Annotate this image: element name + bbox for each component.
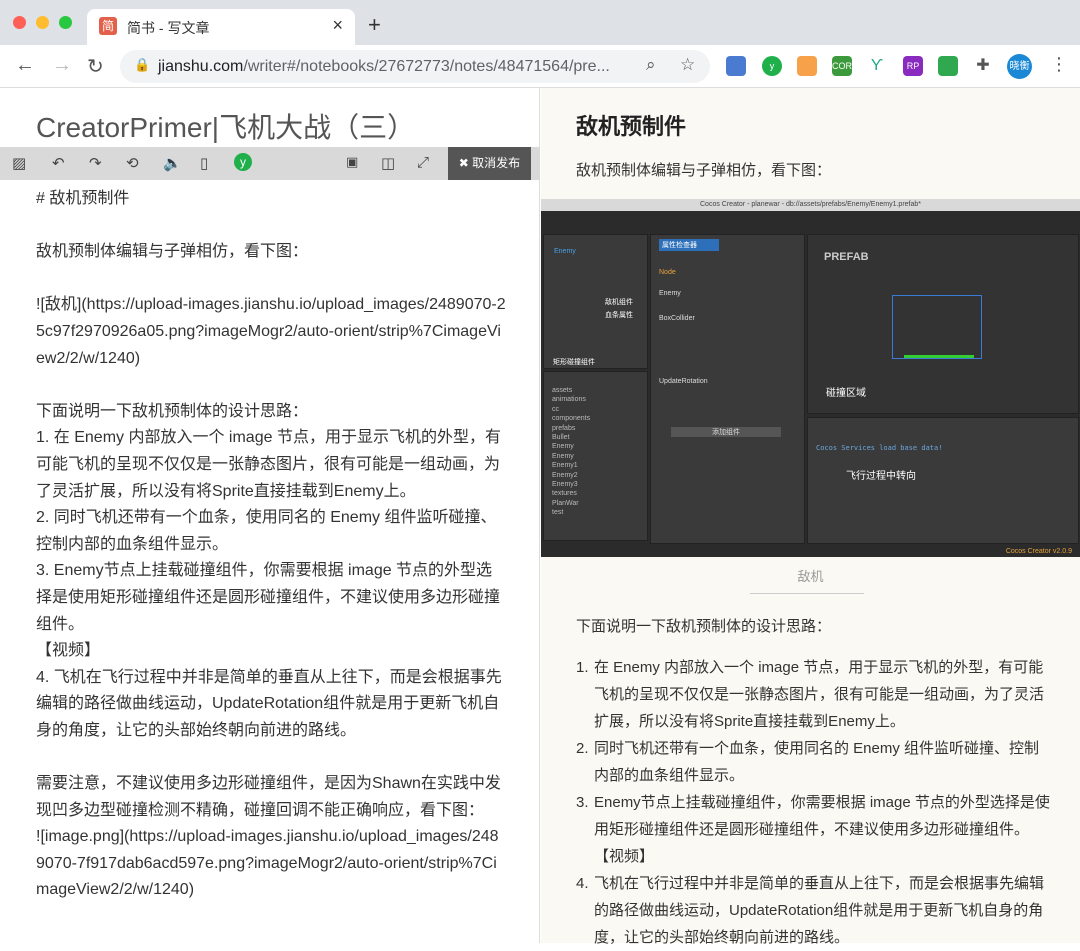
design-list: 1. 在 Enemy 内部放入一个 image 节点，用于显示飞机的外型，有可能飞… [576, 654, 1051, 951]
asset-tree-item: Enemy3 [552, 481, 578, 489]
browser-tab[interactable]: 简 简书 - 写文章 × [87, 9, 355, 45]
asset-tree-item: Enemy1 [552, 462, 578, 470]
asset-tree-item: Enemy2 [552, 471, 578, 479]
editor-line: 4. 飞机在飞行过程中并非是简单的垂直从上往下，而是会根据事先编辑的路径做曲线运… [36, 668, 502, 739]
editor-line: 下面说明一下敌机预制体的设计思路： [36, 402, 309, 420]
editor-line: 需要注意，不建议使用多边形碰撞组件，是因为Shawn在实践中发现凹多边型碰撞检测… [36, 775, 501, 819]
image-icon[interactable]: ▨ [12, 154, 26, 172]
new-tab-button[interactable]: + [368, 12, 381, 38]
asset-tree-item: Bullet [552, 434, 570, 442]
nav-bar: ← → ↻ 🔒 jianshu.com/writer#/notebooks/27… [0, 45, 1080, 88]
asset-tree-item: prefabs [552, 424, 576, 432]
asset-tree-item: components [552, 415, 591, 423]
tab-title: 简书 - 写文章 [127, 20, 210, 36]
undo-icon[interactable]: ↶ [52, 154, 65, 172]
save-icon[interactable]: ▣ [346, 154, 358, 170]
preview-paragraph: 下面说明一下敌机预制体的设计思路： [576, 618, 832, 635]
markdown-editor: CreatorPrimer|飞机大战（三） ▨ ↶ ↷ ⟲ 🔈 ▯ y ▣ ◫ … [0, 88, 540, 943]
preview-heading: 敌机预制件 [576, 114, 687, 139]
menu-icon[interactable]: ⋮ [1050, 54, 1068, 75]
bird-extension-icon[interactable]: Ƴ [867, 56, 887, 76]
editor-line: 敌机预制体编辑与子弹相仿，看下图： [36, 243, 309, 261]
jianshu-favicon-icon: 简 [99, 17, 117, 35]
list-number: 1. [576, 659, 589, 676]
reload-icon[interactable]: ↻ [87, 54, 104, 79]
asset-tree-item: textures [552, 490, 577, 498]
editor-toolbar: ▨ ↶ ↷ ⟲ 🔈 ▯ y ▣ ◫ ⤢ ✖ 取消发布 [0, 147, 540, 180]
preview-paragraph: 敌机预制体编辑与子弹相仿，看下图： [576, 162, 832, 179]
article-title-input[interactable]: CreatorPrimer|飞机大战（三） [36, 106, 415, 146]
maximize-window-button[interactable] [59, 16, 72, 29]
asset-tree-item: PlanWar [552, 499, 579, 507]
unpublish-button[interactable]: ✖ 取消发布 [448, 147, 531, 180]
editor-line: 1. 在 Enemy 内部放入一个 image 节点，用于显示飞机的外型，有可能… [36, 429, 501, 500]
list-text: 同时飞机还带有一个血条，使用同名的 Enemy 组件监听碰撞、控制内部的血条组件… [594, 740, 1040, 784]
zoom-icon[interactable]: ⌕ [646, 55, 656, 75]
list-item: 【视频】 [576, 843, 1051, 870]
extension-icon[interactable] [797, 56, 817, 76]
redo-icon[interactable]: ↷ [89, 154, 102, 172]
list-item: 1. 在 Enemy 内部放入一个 image 节点，用于显示飞机的外型，有可能飞… [576, 654, 1051, 735]
inspector-panel: 属性检查器 Node Enemy BoxCollider UpdateRotat… [650, 234, 805, 544]
editor-line: # 敌机预制件 [36, 190, 130, 207]
split-view-icon[interactable]: ◫ [381, 154, 395, 172]
editor-line: 【视频】 [36, 642, 101, 660]
extension-icon[interactable] [726, 56, 746, 76]
profile-avatar[interactable]: 晓衡 [1007, 54, 1032, 79]
asset-tree-item: Enemy [552, 443, 574, 451]
tab-bar: 简 简书 - 写文章 × + [0, 0, 1080, 45]
asset-tree-item: Enemy [552, 452, 574, 460]
yuque-icon[interactable]: y [234, 153, 252, 171]
close-window-button[interactable] [13, 16, 26, 29]
list-number: 3. [576, 794, 589, 811]
cors-extension-icon[interactable]: CORS [832, 56, 858, 76]
extensions-puzzle-icon[interactable]: ✚ [973, 56, 993, 76]
url-path: /writer#/notebooks/27672773/notes/484715… [243, 58, 610, 75]
preview-pane: 敌机预制件 敌机预制体编辑与子弹相仿，看下图： Cocos Creator - … [541, 88, 1080, 946]
fullscreen-icon[interactable]: ⤢ [417, 154, 429, 171]
list-number: 2. [576, 740, 589, 757]
rp-extension-icon[interactable]: RP [903, 56, 923, 76]
asset-tree-item: cc [552, 405, 559, 413]
asset-tree-item: assets [552, 387, 573, 394]
asset-tree-item: animations [552, 396, 586, 404]
list-item: 4. 飞机在飞行过程中并非是简单的垂直从上往下，而是会根据事先编辑的路径做曲线运动… [576, 870, 1051, 951]
list-item: 3. Enemy节点上挂载碰撞组件，你需要根据 image 节点的外型选择是使用矩… [576, 789, 1051, 843]
editor-line: 3. Enemy节点上挂载碰撞组件，你需要根据 image 节点的外型选择是使用… [36, 562, 501, 633]
list-number: 4. [576, 875, 589, 892]
list-text: 【视频】 [594, 848, 655, 865]
image-caption: 敌机 [797, 569, 824, 584]
history-icon[interactable]: ⟲ [126, 154, 139, 172]
forward-icon[interactable]: → [52, 54, 72, 77]
list-item: 2. 同时飞机还带有一个血条，使用同名的 Enemy 组件监听碰撞、控制内部的血条… [576, 735, 1051, 789]
screenshot-extension-icon[interactable] [938, 56, 958, 76]
list-text: 飞机在飞行过程中并非是简单的垂直从上往下，而是会根据事先编辑的路径做曲线运动，U… [594, 875, 1045, 946]
url-host: jianshu.com [158, 58, 244, 75]
address-bar[interactable]: 🔒 jianshu.com/writer#/notebooks/27672773… [120, 50, 710, 83]
yuque-extension-icon[interactable]: y [762, 56, 782, 76]
list-text: 在 Enemy 内部放入一个 image 节点，用于显示飞机的外型，有可能飞机的… [594, 659, 1045, 730]
editor-line: 2. 同时飞机还带有一个血条，使用同名的 Enemy 组件监听碰撞、控制内部的血… [36, 509, 497, 553]
editor-line: ![敌机](https://upload-images.jianshu.io/u… [36, 296, 506, 367]
screenshot-window-title: Cocos Creator - planewar - db://assets/p… [541, 199, 1080, 211]
editor-line: ![image.png](https://upload-images.jians… [36, 828, 499, 899]
markdown-textarea[interactable]: # 敌机预制件敌机预制体编辑与子弹相仿，看下图： ![敌机](https://up… [36, 186, 506, 904]
back-icon[interactable]: ← [15, 54, 35, 77]
lock-icon: 🔒 [134, 57, 151, 72]
enemy-prefab-screenshot: Cocos Creator - planewar - db://assets/p… [541, 199, 1080, 557]
close-tab-icon[interactable]: × [332, 15, 343, 36]
document-icon[interactable]: ▯ [200, 154, 208, 172]
list-text: Enemy节点上挂载碰撞组件，你需要根据 image 节点的外型选择是使用矩形碰… [594, 794, 1050, 838]
audio-icon[interactable]: 🔈 [163, 154, 182, 172]
asset-tree-item: test [552, 509, 564, 517]
caption-divider [750, 593, 864, 594]
minimize-window-button[interactable] [36, 16, 49, 29]
assets-panel: assets animations cc components prefabs Bulle… [543, 371, 648, 541]
bookmark-star-icon[interactable]: ☆ [680, 55, 695, 75]
